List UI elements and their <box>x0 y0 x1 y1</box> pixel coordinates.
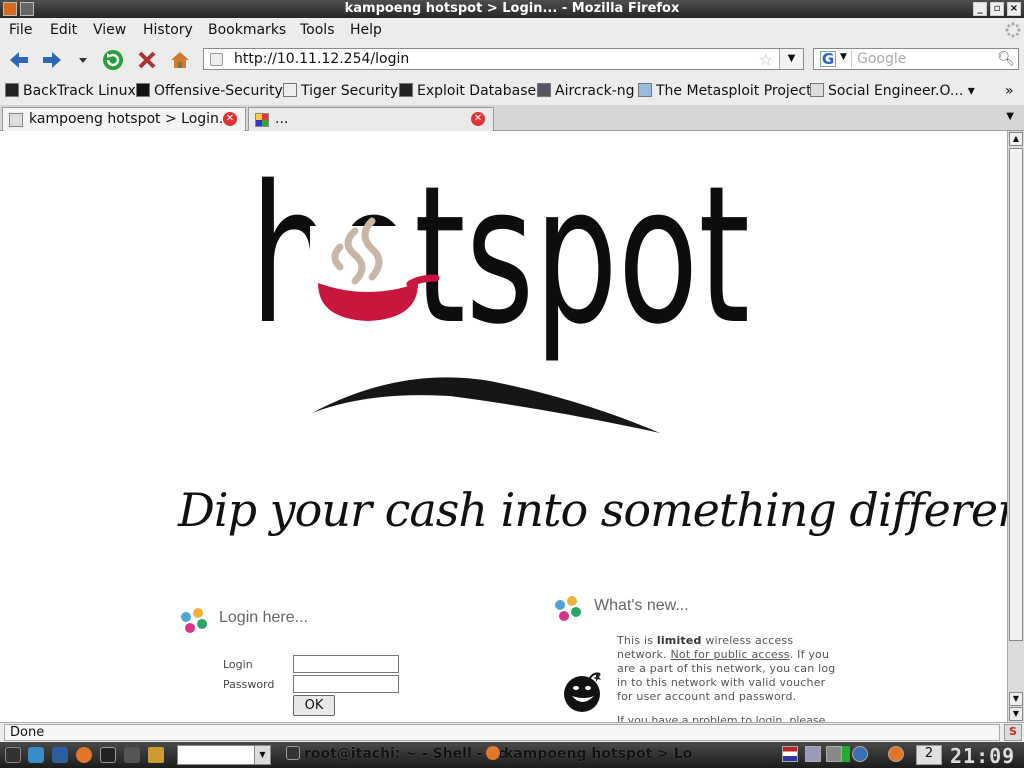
url-dropdown-button[interactable]: ▼ <box>779 49 803 69</box>
window-titlebar: kampoeng hotspot > Login... - Mozilla Fi… <box>0 0 1024 18</box>
kde-menu-icon[interactable] <box>5 747 21 763</box>
status-text: Done <box>4 724 1000 741</box>
network-tray-icon[interactable] <box>805 746 821 762</box>
login-label: Login <box>223 658 253 671</box>
back-arrow-icon[interactable] <box>7 48 31 72</box>
password-label: Password <box>223 678 275 691</box>
page-icon <box>9 113 23 127</box>
backtrack-icon <box>5 83 19 97</box>
run-command-input[interactable]: ▼ <box>177 745 271 765</box>
firefox-icon <box>486 746 500 760</box>
menu-history[interactable]: History <box>143 22 193 38</box>
firefox-tray-icon[interactable] <box>888 746 904 762</box>
status-bar: Done S <box>0 722 1024 742</box>
desktop-pager[interactable]: 2 <box>916 745 942 765</box>
menu-file[interactable]: File <box>9 22 32 38</box>
bookmark-offensive-security[interactable]: Offensive-Security <box>136 83 283 99</box>
scroll-up-button[interactable]: ▲ <box>1009 132 1023 146</box>
addon-status-icon[interactable]: S <box>1004 724 1022 741</box>
bookmark-star-icon[interactable]: ☆ <box>759 50 773 69</box>
task-shell[interactable]: root@itachi: ~ - Shell - Ko <box>286 746 508 762</box>
list-all-tabs-icon[interactable]: ▼ <box>1006 111 1014 122</box>
file-manager-icon[interactable] <box>124 747 140 763</box>
maximize-button[interactable]: ▫ <box>990 2 1004 16</box>
menu-help[interactable]: Help <box>350 22 382 38</box>
tab-hotspot-login[interactable]: kampoeng hotspot > Login... ✕ <box>2 107 246 132</box>
reload-icon[interactable] <box>101 48 125 72</box>
backtrack-dragon-icon[interactable] <box>28 747 44 763</box>
google-favicon-icon <box>255 113 269 127</box>
app-launcher-icon[interactable] <box>148 747 164 763</box>
terminal-icon <box>286 746 300 760</box>
bookmark-exploit-database[interactable]: Exploit Database <box>399 83 536 99</box>
flower-logo-icon <box>555 596 581 621</box>
password-field[interactable] <box>293 675 399 693</box>
search-engine-selector[interactable]: G ▼ <box>816 50 852 68</box>
news-paragraph-2: If you have a problem to login, please <box>617 714 826 722</box>
stop-icon[interactable] <box>135 48 159 72</box>
page-icon <box>283 83 297 97</box>
usb-tray-icon[interactable] <box>826 746 842 762</box>
minimize-button[interactable]: _ <box>973 2 987 16</box>
vertical-scrollbar[interactable]: ▲ ▼ ▼ <box>1007 131 1024 722</box>
bomb-smiley-icon <box>564 672 601 712</box>
bookmark-backtrack[interactable]: BackTrack Linux <box>5 83 136 99</box>
scroll-thumb[interactable] <box>1009 148 1023 641</box>
bookmark-metasploit[interactable]: The Metasploit Project <box>638 83 812 99</box>
metasploit-icon <box>638 83 652 97</box>
run-command-dropdown-icon[interactable]: ▼ <box>254 746 270 764</box>
desktop-taskbar: ▼ root@itachi: ~ - Shell - Ko kampoeng h… <box>0 742 1024 768</box>
folder-icon <box>810 83 824 97</box>
scroll-down-button[interactable]: ▼ <box>1009 692 1023 706</box>
menu-tools[interactable]: Tools <box>300 22 335 38</box>
login-field[interactable] <box>293 655 399 673</box>
us-flag-icon[interactable] <box>782 746 798 762</box>
terminal-launcher-icon[interactable] <box>100 747 116 763</box>
ok-button[interactable]: OK <box>293 695 335 716</box>
menu-edit[interactable]: Edit <box>50 22 77 38</box>
flower-logo-icon <box>181 608 207 633</box>
hotspot-logo: hotspot <box>250 171 750 433</box>
tab-google[interactable]: ... ✕ <box>248 107 494 131</box>
bluetooth-tray-icon[interactable] <box>852 746 868 762</box>
url-input[interactable]: http://10.11.12.254/login <box>234 51 409 67</box>
search-magnifier-icon[interactable]: 🔍︎ <box>997 51 1015 67</box>
tab-strip: kampoeng hotspot > Login... ✕ ... ✕ ▼ <box>0 105 1024 132</box>
bookmarks-overflow-icon[interactable]: » <box>1005 83 1014 99</box>
menu-view[interactable]: View <box>93 22 126 38</box>
throbber-icon <box>1005 22 1021 38</box>
bookmark-aircrack[interactable]: Aircrack-ng <box>537 83 635 99</box>
battery-tray-icon[interactable] <box>842 746 850 762</box>
news-paragraph: This is limited wireless access network.… <box>617 634 836 703</box>
clock: 21:09 <box>950 744 1016 768</box>
window-title: kampoeng hotspot > Login... - Mozilla Fi… <box>344 1 680 16</box>
offsec-icon <box>136 83 150 97</box>
bookmark-social-engineer-folder[interactable]: Social Engineer.O... ▾ <box>810 83 975 99</box>
url-bar[interactable]: http://10.11.12.254/login ☆ ▼ <box>203 48 804 70</box>
firefox-launcher-icon[interactable] <box>76 747 92 763</box>
close-tab-icon[interactable]: ✕ <box>471 112 485 126</box>
search-bar[interactable]: G ▼ Google 🔍︎ <box>813 48 1019 70</box>
swoosh-decoration <box>312 377 660 433</box>
close-window-button[interactable]: × <box>1007 2 1021 16</box>
google-icon: G <box>820 50 836 68</box>
menu-bookmarks[interactable]: Bookmarks <box>208 22 286 38</box>
bookmark-tiger-security[interactable]: Tiger Security <box>283 83 398 99</box>
scroll-down-button-2[interactable]: ▼ <box>1009 707 1023 721</box>
slogan: Dip your cash into something different <box>178 483 1007 537</box>
page-content: hotspot Dip your cash into something dif… <box>0 131 1007 722</box>
history-dropdown-icon[interactable] <box>76 48 90 72</box>
site-identity-icon[interactable] <box>210 53 223 66</box>
home-icon[interactable] <box>168 48 192 72</box>
search-input[interactable]: Google <box>857 51 906 67</box>
bookmarks-toolbar: BackTrack Linux Offensive-Security Tiger… <box>0 78 1024 105</box>
show-desktop-icon[interactable] <box>52 747 68 763</box>
task-firefox[interactable]: kampoeng hotspot > Lo <box>486 746 692 762</box>
close-tab-icon[interactable]: ✕ <box>223 112 237 126</box>
aircrack-icon <box>537 83 551 97</box>
exploit-db-icon <box>399 83 413 97</box>
forward-arrow-icon[interactable] <box>40 48 64 72</box>
menu-bar: File Edit View History Bookmarks Tools H… <box>0 18 1024 42</box>
